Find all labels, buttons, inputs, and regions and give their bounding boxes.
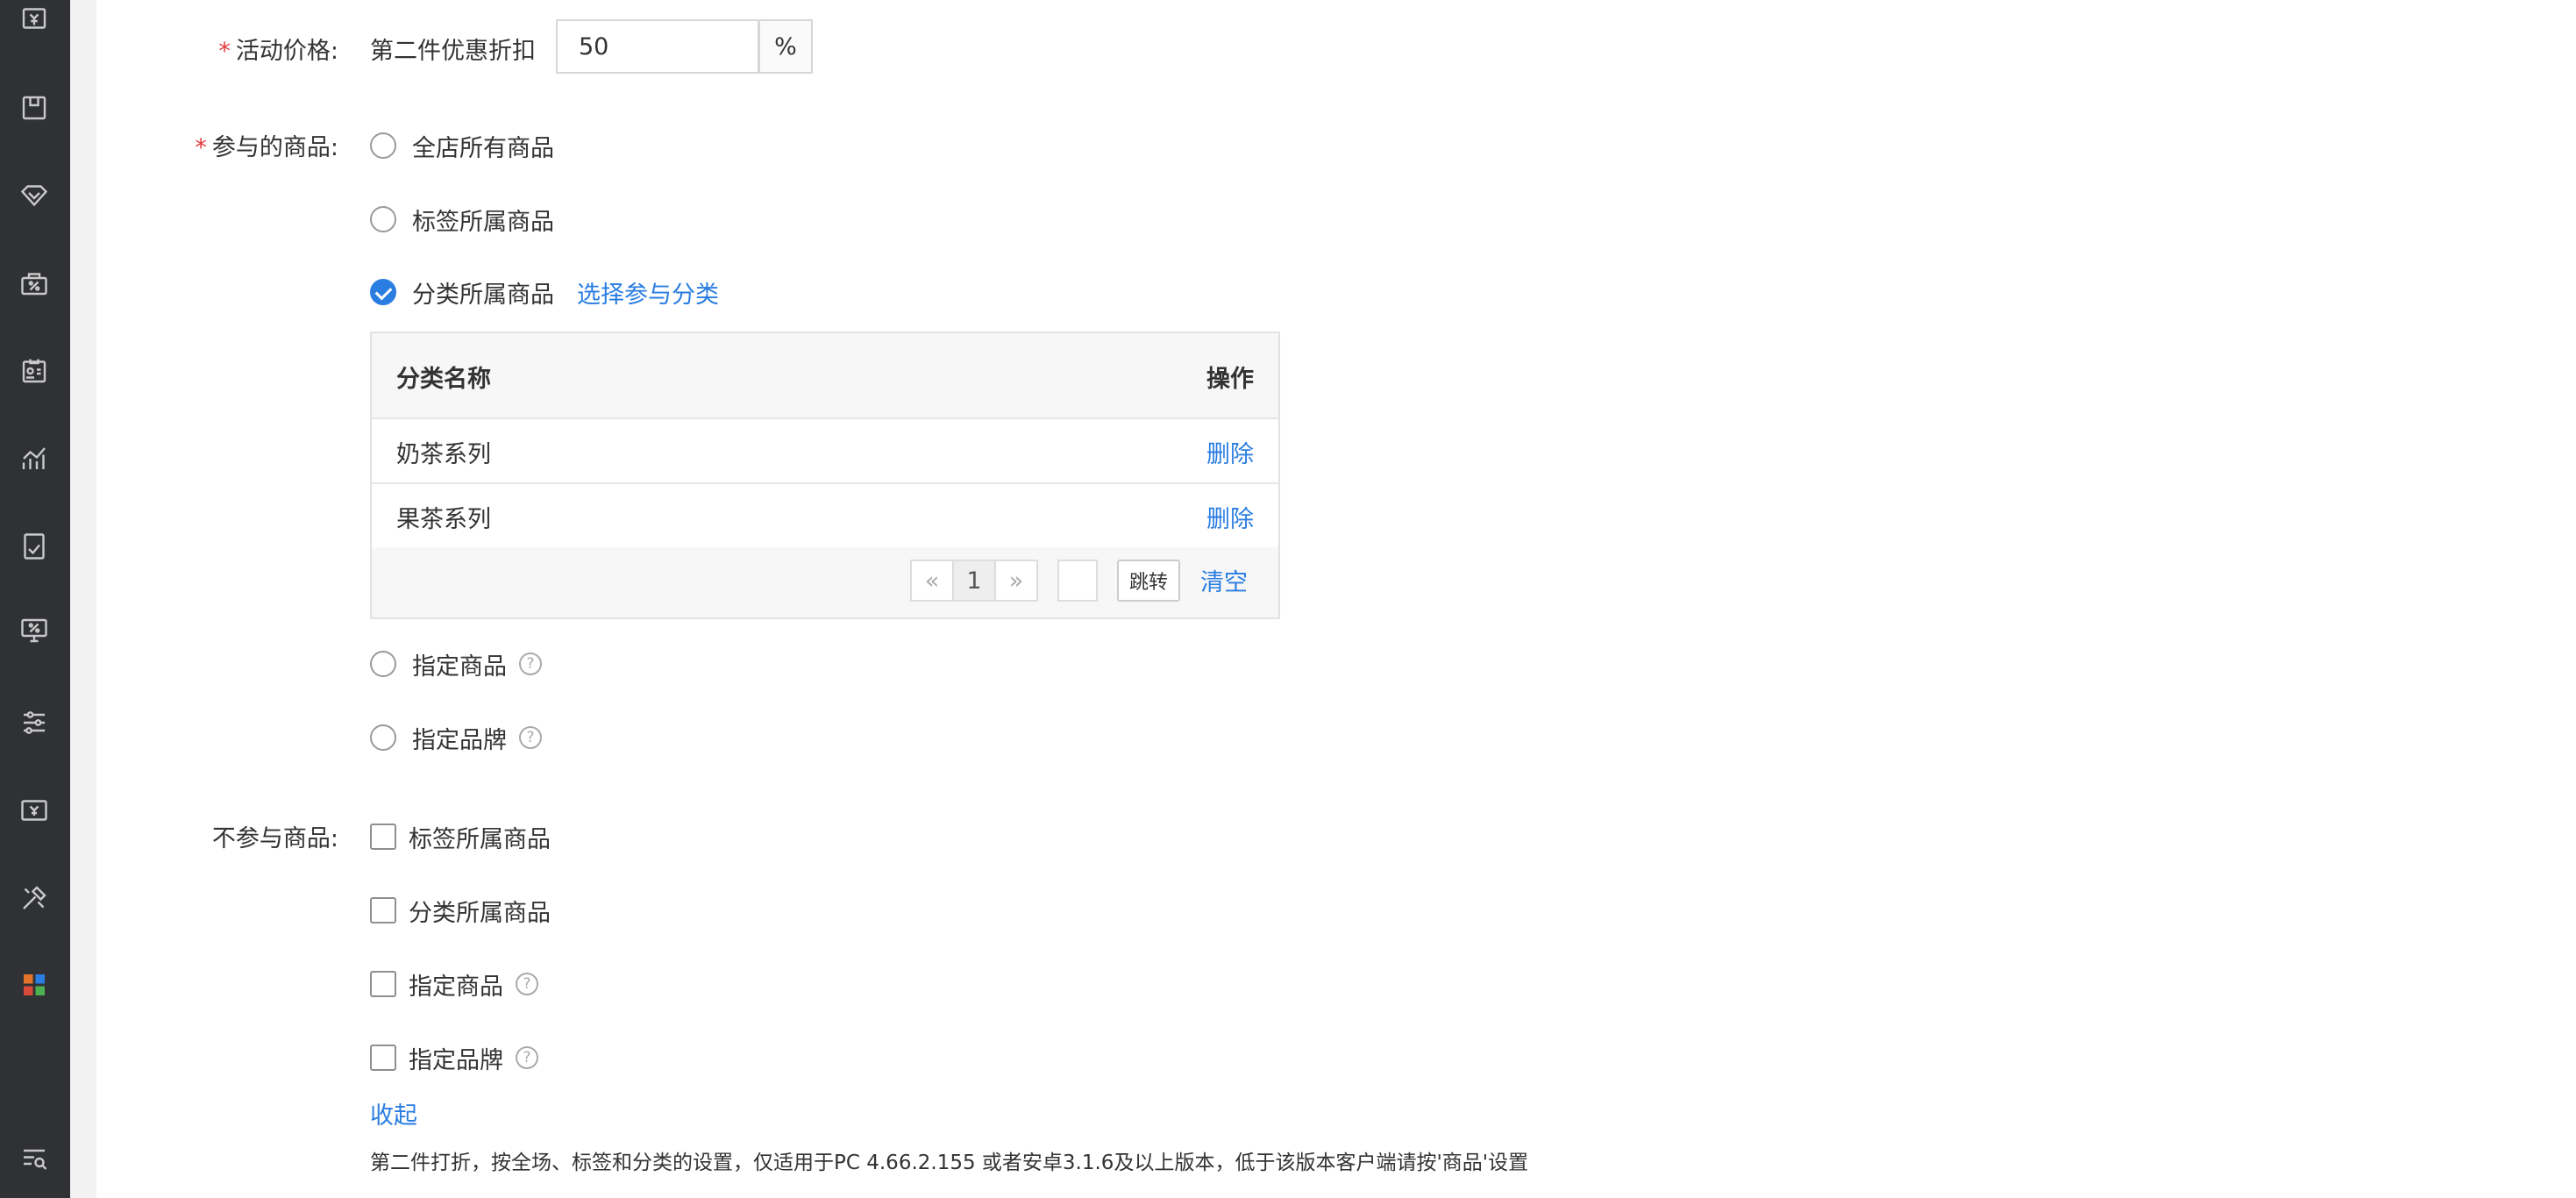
delete-link[interactable]: 删除	[1206, 435, 1254, 469]
help-icon[interactable]: ?	[519, 652, 542, 675]
checkbox[interactable]	[370, 897, 396, 923]
sidebar	[0, 0, 70, 1198]
radio-button-checked[interactable]	[370, 279, 396, 305]
category-name: 奶茶系列	[396, 441, 491, 468]
table-row: 果茶系列 删除	[372, 484, 1278, 549]
percent-unit: %	[758, 19, 813, 74]
pagination: « 1 »	[910, 560, 1038, 602]
apps-grid-icon[interactable]	[18, 968, 51, 1002]
select-category-link[interactable]: 选择参与分类	[577, 275, 719, 310]
discount-bag-icon[interactable]	[18, 267, 51, 300]
monitor-percent-icon[interactable]	[18, 614, 51, 647]
table-header: 分类名称 操作	[372, 333, 1278, 419]
clear-link[interactable]: 清空	[1200, 563, 1248, 597]
radio-all-products[interactable]: 全店所有商品	[370, 128, 554, 163]
checkbox[interactable]	[370, 824, 396, 850]
price-label: * 活动价格:	[218, 38, 338, 65]
checkbox[interactable]	[370, 1045, 396, 1071]
column-header-action: 操作	[1206, 366, 1254, 393]
tools-icon[interactable]	[18, 881, 51, 915]
price-prefix: 第二件优惠折扣	[370, 38, 536, 65]
help-icon[interactable]: ?	[519, 726, 542, 749]
required-mark: *	[218, 38, 231, 65]
category-table: 分类名称 操作 奶茶系列 删除 果茶系列 删除 « 1 » 跳转 清空	[370, 332, 1280, 619]
checkbox[interactable]	[370, 971, 396, 997]
sliders-icon[interactable]	[18, 706, 51, 739]
next-page-button[interactable]: »	[996, 561, 1036, 600]
delete-link[interactable]: 删除	[1206, 500, 1254, 534]
required-mark: *	[195, 134, 207, 161]
radio-button[interactable]	[370, 132, 396, 159]
table-footer: « 1 » 跳转 清空	[372, 547, 1278, 617]
collapse-link[interactable]: 收起	[370, 1096, 417, 1130]
diamond-icon[interactable]	[18, 179, 51, 212]
category-name: 果茶系列	[396, 506, 491, 533]
current-page[interactable]: 1	[952, 561, 996, 600]
help-icon[interactable]: ?	[516, 1046, 538, 1069]
money-icon[interactable]	[18, 4, 51, 38]
page-jump-input[interactable]	[1057, 560, 1098, 602]
participating-label: * 参与的商品:	[195, 134, 338, 161]
radio-button[interactable]	[370, 206, 396, 232]
radio-specified-products[interactable]: 指定商品 ?	[370, 646, 542, 681]
checkbox-exclude-brand[interactable]: 指定品牌 ?	[370, 1040, 538, 1075]
report-icon[interactable]	[18, 530, 51, 563]
version-note: 第二件打折，按全场、标签和分类的设置，仅适用于PC 4.66.2.155 或者安…	[370, 1152, 1529, 1174]
prev-page-button[interactable]: «	[912, 561, 952, 600]
radio-button[interactable]	[370, 724, 396, 751]
checkbox-exclude-tag[interactable]: 标签所属商品	[370, 819, 551, 854]
ticket-icon[interactable]	[18, 794, 51, 827]
member-card-icon[interactable]	[18, 354, 51, 388]
column-header-name: 分类名称	[396, 366, 491, 393]
radio-specified-brand[interactable]: 指定品牌 ?	[370, 720, 542, 755]
table-row: 奶茶系列 删除	[372, 419, 1278, 484]
main-content: * 活动价格: 第二件优惠折扣 50 % * 参与的商品: 全店所有商品 标签所属商…	[96, 0, 2576, 1198]
help-icon[interactable]: ?	[516, 973, 538, 995]
search-list-icon[interactable]	[18, 1142, 51, 1175]
box-icon[interactable]	[18, 91, 51, 125]
checkbox-exclude-products[interactable]: 指定商品 ?	[370, 966, 538, 1002]
radio-button[interactable]	[370, 651, 396, 677]
radio-tag-products[interactable]: 标签所属商品	[370, 202, 554, 237]
excluded-label: 不参与商品:	[211, 825, 338, 852]
radio-category-products[interactable]: 分类所属商品 选择参与分类	[370, 275, 719, 310]
chart-icon[interactable]	[18, 442, 51, 475]
discount-input[interactable]: 50	[556, 19, 759, 74]
jump-button[interactable]: 跳转	[1117, 560, 1180, 602]
checkbox-exclude-category[interactable]: 分类所属商品	[370, 893, 551, 928]
